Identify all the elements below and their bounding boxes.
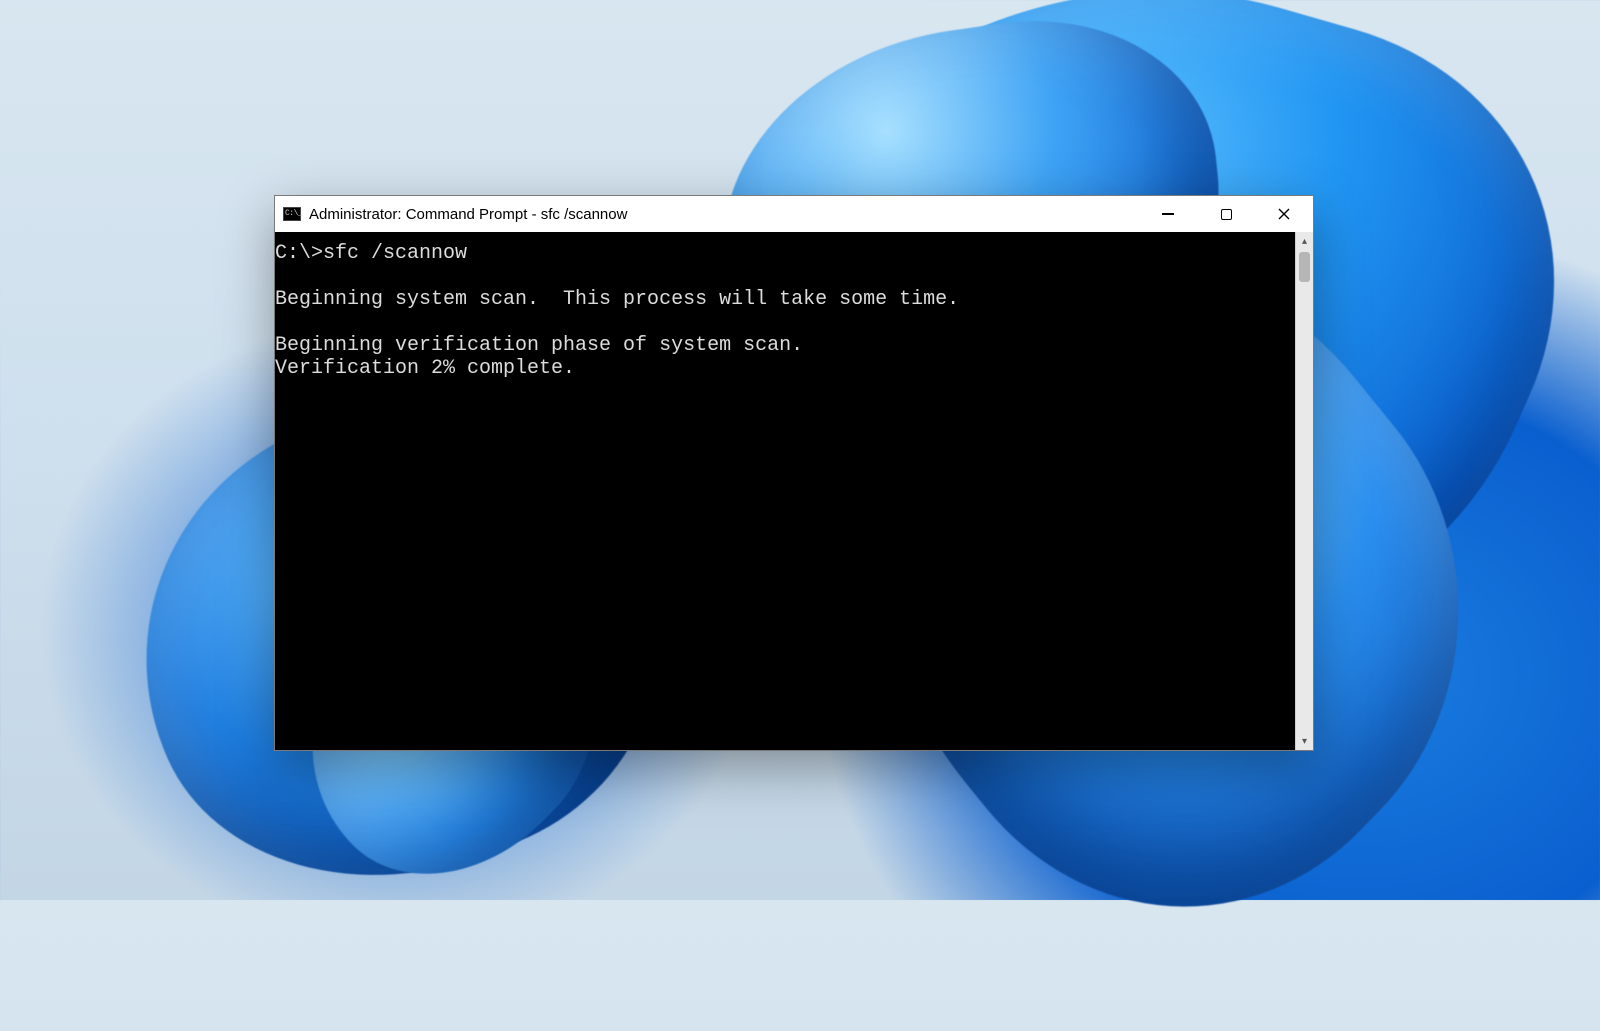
close-button[interactable] [1255, 196, 1313, 232]
console-line: Beginning system scan. This process will… [275, 288, 959, 311]
titlebar[interactable]: Administrator: Command Prompt - sfc /sca… [275, 196, 1313, 232]
cmd-app-icon [283, 207, 301, 221]
scrollbar-track[interactable] [1296, 250, 1313, 732]
console-line: Verification 2% complete. [275, 357, 575, 380]
minimize-icon [1162, 213, 1174, 215]
window-title: Administrator: Command Prompt - sfc /sca… [309, 206, 627, 223]
console-output[interactable]: C:\>sfc /scannow Beginning system scan. … [275, 232, 1295, 750]
scroll-up-button[interactable]: ▴ [1296, 232, 1313, 250]
scroll-down-button[interactable]: ▾ [1296, 732, 1313, 750]
chevron-up-icon: ▴ [1302, 236, 1307, 247]
minimize-button[interactable] [1139, 196, 1197, 232]
scrollbar-thumb[interactable] [1299, 252, 1310, 282]
vertical-scrollbar[interactable]: ▴ ▾ [1295, 232, 1313, 750]
maximize-icon [1221, 209, 1232, 220]
close-icon [1278, 208, 1290, 220]
console-line: Beginning verification phase of system s… [275, 334, 803, 357]
maximize-button[interactable] [1197, 196, 1255, 232]
command-prompt-window: Administrator: Command Prompt - sfc /sca… [274, 195, 1314, 751]
console-line: C:\>sfc /scannow [275, 242, 467, 265]
chevron-down-icon: ▾ [1302, 736, 1307, 747]
